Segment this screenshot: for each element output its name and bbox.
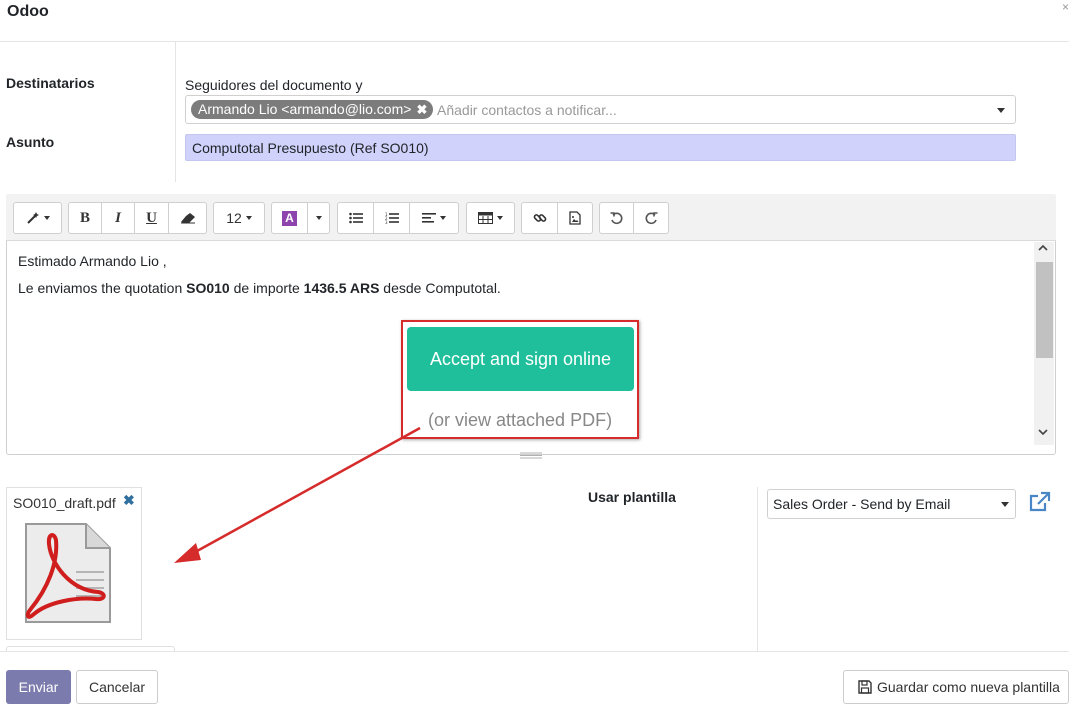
table-dropdown[interactable] bbox=[466, 202, 515, 234]
eraser-icon[interactable] bbox=[168, 202, 207, 234]
image-icon[interactable] bbox=[557, 202, 593, 234]
font-color-dropdown[interactable] bbox=[307, 202, 330, 234]
magic-wand-icon[interactable] bbox=[13, 202, 62, 234]
footer-divider bbox=[0, 651, 1069, 652]
send-button[interactable]: Enviar bbox=[6, 670, 71, 704]
resize-grip-icon[interactable] bbox=[520, 446, 542, 459]
editor-scrollbar-thumb[interactable] bbox=[1036, 262, 1053, 358]
attachment-filename[interactable]: SO010_draft.pdf bbox=[13, 495, 116, 511]
ordered-list-icon[interactable]: 123 bbox=[373, 202, 410, 234]
table-icon bbox=[478, 212, 493, 224]
template-label: Usar plantilla bbox=[588, 489, 676, 505]
order-reference: SO010 bbox=[186, 280, 230, 296]
quotation-text: Le enviamos the quotation SO010 de impor… bbox=[18, 280, 501, 296]
template-divider bbox=[757, 487, 758, 652]
followers-hint: Seguidores del documento y bbox=[185, 77, 363, 93]
bold-button[interactable]: B bbox=[68, 202, 102, 234]
header-divider bbox=[0, 41, 1069, 42]
remove-tag-icon[interactable]: ✖ bbox=[416, 100, 427, 119]
save-as-template-button[interactable]: Guardar como nueva plantilla bbox=[843, 670, 1069, 704]
dialog-title: Odoo bbox=[7, 3, 49, 20]
save-icon bbox=[858, 680, 872, 694]
recipients-dropdown-icon[interactable] bbox=[997, 108, 1005, 113]
align-dropdown[interactable] bbox=[409, 202, 459, 234]
recipient-tag-label: Armando Lio <armando@lio.com> bbox=[198, 101, 412, 117]
subject-label: Asunto bbox=[6, 134, 55, 150]
recipients-search-input[interactable] bbox=[437, 101, 977, 119]
align-left-icon bbox=[422, 213, 436, 223]
template-select[interactable]: Sales Order - Send by Email bbox=[767, 489, 1016, 519]
italic-button[interactable]: I bbox=[101, 202, 135, 234]
svg-text:3: 3 bbox=[385, 220, 388, 224]
font-color-button[interactable]: A bbox=[271, 202, 308, 234]
annotation-highlight-box bbox=[401, 320, 639, 439]
undo-icon[interactable] bbox=[599, 202, 634, 234]
close-icon[interactable]: × bbox=[1062, 0, 1069, 14]
scroll-down-icon[interactable] bbox=[1038, 428, 1048, 439]
quotation-text-prefix: Le enviamos the quotation bbox=[18, 280, 187, 296]
unordered-list-icon[interactable] bbox=[337, 202, 374, 234]
recipient-tag[interactable]: Armando Lio <armando@lio.com> ✖ bbox=[191, 100, 434, 119]
quotation-text-middle: de importe bbox=[229, 280, 304, 296]
save-as-template-label: Guardar como nueva plantilla bbox=[877, 679, 1060, 695]
underline-button[interactable]: U bbox=[134, 202, 169, 234]
order-amount: 1436.5 ARS bbox=[303, 280, 380, 296]
font-color-icon: A bbox=[282, 210, 297, 226]
greeting-text: Estimado Armando Lio , bbox=[18, 253, 167, 269]
cancel-button[interactable]: Cancelar bbox=[76, 670, 158, 704]
template-dropdown-icon[interactable] bbox=[1001, 502, 1009, 507]
scroll-up-icon[interactable] bbox=[1038, 244, 1048, 255]
font-size-value: 12 bbox=[226, 210, 242, 226]
remove-attachment-icon[interactable]: ✖ bbox=[123, 492, 135, 509]
recipients-label: Destinatarios bbox=[6, 75, 95, 91]
pdf-file-icon[interactable] bbox=[18, 518, 118, 626]
link-icon[interactable] bbox=[521, 202, 558, 234]
column-divider bbox=[175, 42, 176, 182]
external-link-icon[interactable] bbox=[1028, 491, 1052, 513]
redo-icon[interactable] bbox=[633, 202, 669, 234]
subject-input[interactable]: Computotal Presupuesto (Ref SO010) bbox=[185, 134, 1016, 161]
font-size-dropdown[interactable]: 12 bbox=[213, 202, 265, 234]
quotation-text-suffix: desde Computotal. bbox=[379, 280, 501, 296]
